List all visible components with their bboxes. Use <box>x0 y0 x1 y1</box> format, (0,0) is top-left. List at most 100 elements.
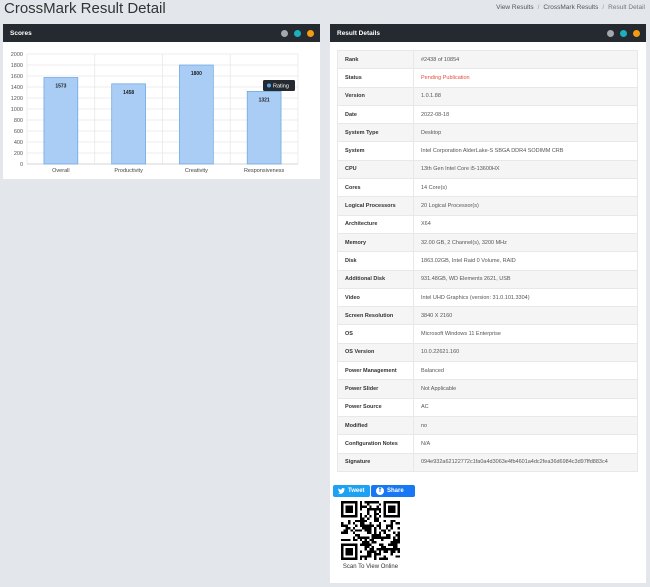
details-row-label: Memory <box>337 232 414 253</box>
qr-caption: Scan To View Online <box>342 564 399 570</box>
twitter-icon <box>338 488 345 494</box>
page-title: CrossMark Result Detail <box>4 0 166 17</box>
y-tick-label: 1200 <box>11 96 23 102</box>
details-row-label: Status <box>337 68 414 88</box>
details-row: Signature 094e932a62122772c1fa0a4d3063e4f… <box>337 452 638 472</box>
details-row-value: Desktop <box>413 123 638 143</box>
details-row: Architecture X64 <box>337 214 638 234</box>
details-row-label: OS <box>337 324 414 344</box>
scores-panel-controls <box>281 29 314 37</box>
details-row-label: Rank <box>337 49 414 70</box>
details-row: Disk 1863.02GB, Intel Raid 0 Volume, RAID <box>337 251 638 271</box>
settings-icon[interactable] <box>607 29 614 37</box>
details-row-value: Pending Publication <box>413 68 638 88</box>
details-row-label: Logical Processors <box>337 196 414 216</box>
details-row: CPU 13th Gen Intel Core i5-13600HX <box>337 159 638 180</box>
y-tick-label: 1600 <box>11 74 23 80</box>
details-row: Power Source AC <box>337 397 638 417</box>
scores-panel: Scores 0 200 400 600 800 1000 1200 1400 1600 1800… <box>3 24 320 179</box>
details-row-value: Intel UHD Graphics (version: 31.0.101.33… <box>413 287 638 308</box>
breadcrumb-crossmark-results[interactable]: CrossMark Results <box>543 4 598 11</box>
details-row-value: 20 Logical Processor(s) <box>413 196 638 216</box>
details-row-value: 3840 X 2160 <box>413 306 638 326</box>
share-buttons: Tweet f Share <box>333 485 415 497</box>
details-row: OS Version 10.0.22621.160 <box>337 342 638 363</box>
details-row: Power Management Balanced <box>337 361 638 381</box>
breadcrumb: View Results / CrossMark Results / Resul… <box>496 4 645 11</box>
y-tick-label: 200 <box>14 151 23 157</box>
details-row-label: Date <box>337 104 414 125</box>
details-table: Rank #2438 of 10854 Status Pending Publicat… <box>337 49 638 472</box>
details-row: Memory 32.00 GB, 2 Channel(s), 3200 MHz <box>337 232 638 253</box>
details-row-label: CPU <box>337 159 414 180</box>
details-row: Cores 14 Core(s) <box>337 178 638 198</box>
tweet-button-label: Tweet <box>348 488 365 494</box>
details-row-label: Modified <box>337 415 414 436</box>
details-row: Date 2022-08-18 <box>337 104 638 125</box>
tweet-button[interactable]: Tweet <box>333 485 370 497</box>
details-row: Version 1.0.1.88 <box>337 86 638 106</box>
details-row-label: Architecture <box>337 214 414 234</box>
breadcrumb-separator: / <box>537 4 540 11</box>
collapse-icon[interactable] <box>633 29 640 37</box>
details-row-label: Video <box>337 287 414 308</box>
bar-creativity <box>179 64 214 165</box>
x-tick-label: Productivity <box>114 168 143 174</box>
details-row-label: System <box>337 141 414 161</box>
bar-value-label: 1458 <box>123 90 134 96</box>
details-row: Additional Disk 931.48GB, WD Elements 262… <box>337 269 638 289</box>
details-row-label: Signature <box>337 452 414 472</box>
details-panel-title: Result Details <box>337 29 380 37</box>
x-tick-label: Responsiveness <box>244 168 285 174</box>
refresh-icon[interactable] <box>620 29 627 37</box>
details-row-value: 14 Core(s) <box>413 178 638 198</box>
bar-productivity <box>111 83 146 165</box>
details-row-value: 32.00 GB, 2 Channel(s), 3200 MHz <box>413 232 638 253</box>
details-row-value: Intel Corporation AlderLake-S SBGA DDR4 … <box>413 141 638 161</box>
breadcrumb-view-results[interactable]: View Results <box>496 4 533 11</box>
details-row-value: 2022-08-18 <box>413 104 638 125</box>
y-tick-label: 1000 <box>11 107 23 113</box>
y-tick-label: 400 <box>14 140 23 146</box>
details-row-label: Power Slider <box>337 379 414 399</box>
details-row-label: Configuration Notes <box>337 434 414 454</box>
bar-value-label: 1573 <box>55 83 66 89</box>
breadcrumb-result-detail: Result Detail <box>608 4 645 11</box>
details-row-label: Cores <box>337 178 414 198</box>
details-row: Video Intel UHD Graphics (version: 31.0.1… <box>337 287 638 308</box>
details-panel-header: Result Details <box>330 24 646 42</box>
facebook-share-button[interactable]: f Share <box>371 485 415 497</box>
details-row: Status Pending Publication <box>337 68 638 88</box>
details-row-value: X64 <box>413 214 638 234</box>
x-tick-label: Overall <box>52 168 69 174</box>
details-row-label: Disk <box>337 251 414 271</box>
details-row-value: Not Applicable <box>413 379 638 399</box>
y-tick-label: 0 <box>20 162 23 168</box>
details-row-value: AC <box>413 397 638 417</box>
details-row-value: 1.0.1.88 <box>413 86 638 106</box>
details-row-value: #2438 of 10854 <box>413 49 638 70</box>
bar-value-label: 1321 <box>259 97 270 103</box>
details-row-label: Power Management <box>337 361 414 381</box>
y-tick-label: 1400 <box>11 85 23 91</box>
settings-icon[interactable] <box>281 29 288 37</box>
breadcrumb-separator: / <box>602 4 605 11</box>
legend-label: Rating <box>273 84 289 90</box>
legend-swatch <box>267 83 271 88</box>
details-row-label: System Type <box>337 123 414 143</box>
details-row-value: 094e932a62122772c1fa0a4d3063e4fb4601a4dc… <box>413 452 638 472</box>
details-row: Modified no <box>337 415 638 436</box>
result-details-panel: Result Details Rank #2438 of 10854 Status P… <box>330 24 646 583</box>
details-row-label: Additional Disk <box>337 269 414 289</box>
details-row-label: Power Source <box>337 397 414 417</box>
qr-code-image <box>341 501 400 560</box>
details-row-value: Balanced <box>413 361 638 381</box>
details-row-label: Version <box>337 86 414 106</box>
details-row: Configuration Notes N/A <box>337 434 638 454</box>
bar-overall <box>43 77 79 165</box>
scores-chart: 0 200 400 600 800 1000 1200 1400 1600 1800 2000 157… <box>11 52 299 174</box>
details-row-value: 10.0.22621.160 <box>413 342 638 363</box>
share-button-label: Share <box>387 488 404 494</box>
refresh-icon[interactable] <box>294 29 301 37</box>
collapse-icon[interactable] <box>307 29 314 37</box>
